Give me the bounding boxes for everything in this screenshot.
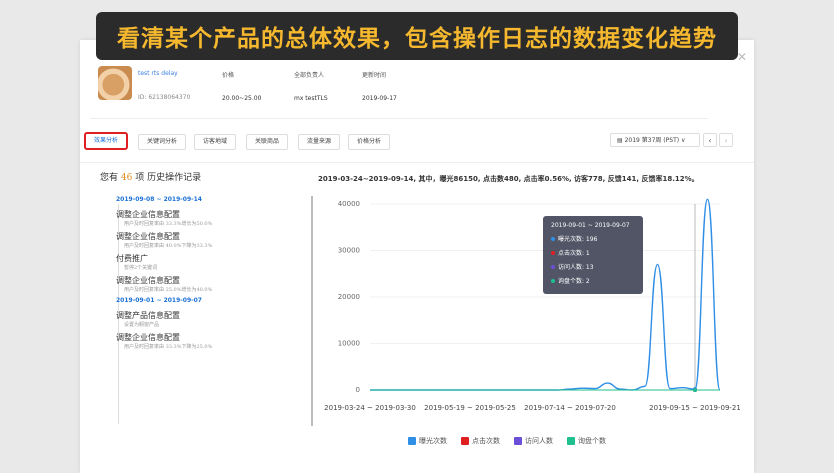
next-week-button[interactable]: › — [719, 133, 733, 147]
visitors-dot-icon — [551, 264, 555, 269]
x-tick-label: 2019-05-19 ~ 2019-05-25 — [424, 404, 516, 412]
log-entry: 调整产品信息配置设置为橱窗产品 — [102, 310, 302, 328]
log-date-range[interactable]: 2019-09-08 ~ 2019-09-14 — [116, 196, 302, 203]
tooltip-row: 访问人数: 13 — [551, 262, 635, 271]
y-tick-label: 0 — [356, 386, 360, 394]
x-tick-label: 2019-09-15 ~ 2019-09-21 — [649, 404, 740, 412]
week-value: 2019 第37周 (PST) — [624, 137, 680, 144]
caption-banner: 看清某个产品的总体效果，包含操作日志的数据变化趋势 — [96, 12, 738, 60]
log-title-suffix: 项 历史操作记录 — [135, 173, 202, 183]
log-entry-detail: 暂停2个关键词 — [124, 265, 158, 271]
log-entry-detail: 用户及时回复率由 33.3%下降为25.0% — [124, 344, 213, 350]
y-tick-label: 30000 — [338, 247, 360, 255]
log-entry: 付费推广暂停2个关键词 — [102, 253, 302, 271]
chart-legend: 曝光次数 点击次数 访问人数 询盘个数 — [408, 436, 606, 446]
updated-value: 2019-09-17 — [362, 95, 397, 102]
price-value: 20.00~25.00 — [222, 95, 262, 102]
tab-visitor-region[interactable]: 访客地域 — [194, 134, 237, 150]
chevron-right-icon: › — [724, 136, 728, 145]
updated-column: 更新时间 2019-09-17 — [362, 70, 397, 102]
log-title-prefix: 您有 — [100, 173, 119, 183]
tooltip-exposure: 曝光次数: 196 — [558, 236, 598, 243]
checkbox-icon — [461, 437, 469, 445]
prev-week-button[interactable]: ‹ — [703, 133, 717, 147]
log-entry-detail: 设置为橱窗产品 — [124, 322, 160, 328]
log-entry-title: 调整产品信息配置 — [116, 311, 180, 320]
tab-keyword-analysis[interactable]: 关键词分析 — [138, 134, 187, 150]
log-title: 您有 46 项 历史操作记录 — [100, 170, 310, 183]
log-entry-title: 调整企业信息配置 — [116, 276, 180, 285]
operation-log-header: 您有 46 项 历史操作记录 — [100, 170, 310, 183]
log-date-range[interactable]: 2019-09-01 ~ 2019-09-07 — [116, 297, 302, 304]
log-entry: 调整企业信息配置用户及时回复率由 40.0%下降为33.3% — [102, 231, 302, 249]
summary-text: 2019-03-24~2019-09-14, 其中，曝光86150, 点击数48… — [318, 175, 699, 183]
price-label: 价格 — [222, 72, 235, 79]
week-selector[interactable]: ▤ 2019 第37周 (PST) ∨ — [610, 133, 700, 147]
tab-price-analysis[interactable]: 价格分析 — [348, 134, 391, 150]
log-entry-title: 付费推广 — [116, 254, 148, 263]
log-entry-detail: 用户及时回复率由 33.3%增长为50.0% — [124, 221, 213, 227]
legend-clicks[interactable]: 点击次数 — [461, 436, 500, 446]
chevron-down-icon: ∨ — [679, 137, 686, 144]
price-column: 价格 20.00~25.00 — [222, 70, 261, 102]
legend-inquiries[interactable]: 询盘个数 — [567, 436, 606, 446]
log-entry: 调整企业信息配置用户及时回复率由 25.0%增长为40.0% — [102, 275, 302, 293]
product-thumbnail — [98, 66, 132, 100]
log-entry: 调整企业信息配置用户及时回复率由 33.3%下降为25.0% — [102, 332, 302, 350]
close-icon[interactable]: ✕ — [737, 50, 747, 64]
legend-visitors-label: 访问人数 — [525, 437, 553, 445]
calendar-icon: ▤ — [617, 137, 625, 144]
tooltip-visitors: 访问人数: 13 — [558, 264, 594, 271]
product-id: ID: 62138064370 — [138, 94, 191, 101]
tooltip-row: 询盘个数: 2 — [551, 276, 635, 285]
checkbox-icon — [408, 437, 416, 445]
y-tick-label: 10000 — [338, 340, 360, 348]
log-entry-detail: 用户及时回复率由 25.0%增长为40.0% — [124, 287, 213, 293]
checkbox-icon — [514, 437, 522, 445]
checkbox-icon — [567, 437, 575, 445]
tab-effect-analysis[interactable]: 效果分析 — [84, 132, 129, 150]
product-info: test rts delay ID: 62138064370 价格 20.00~… — [90, 58, 708, 119]
owner-column: 全部负责人 mx testTLS — [294, 70, 328, 102]
chevron-left-icon: ‹ — [708, 136, 712, 145]
operation-log-list: 2019-09-08 ~ 2019-09-14 调整企业信息配置 用户及时回复率由 … — [102, 196, 302, 354]
legend-clicks-label: 点击次数 — [472, 437, 500, 445]
inquiries-dot-icon — [551, 278, 555, 283]
y-tick-label: 20000 — [338, 293, 360, 301]
log-date-group: 2019-09-01 ~ 2019-09-07 — [102, 297, 302, 304]
owner-label: 全部负责人 — [294, 72, 325, 79]
x-tick-label: 2019-03-24 ~ 2019-03-30 — [324, 404, 416, 412]
owner-value: mx testTLS — [294, 95, 328, 102]
x-tick-label: 2019-07-14 ~ 2019-07-20 — [524, 404, 616, 412]
trend-chart[interactable]: 0 10000 20000 30000 40000 2019-03-24 ~ 2019-0… — [320, 192, 740, 422]
tooltip-row: 点击次数: 1 — [551, 248, 635, 257]
series-point[interactable] — [693, 387, 697, 392]
tab-related-products[interactable]: 关联商品 — [246, 134, 289, 150]
chart-tooltip: 2019-09-01 ~ 2019-09-07 曝光次数: 196 点击次数: … — [543, 216, 643, 294]
tooltip-inquiries: 询盘个数: 2 — [558, 278, 590, 285]
log-scrollbar[interactable] — [311, 196, 313, 426]
clicks-dot-icon — [551, 250, 555, 255]
legend-exposure[interactable]: 曝光次数 — [408, 436, 447, 446]
updated-label: 更新时间 — [362, 72, 387, 79]
legend-inquiries-label: 询盘个数 — [578, 437, 606, 445]
legend-exposure-label: 曝光次数 — [419, 437, 447, 445]
tooltip-clicks: 点击次数: 1 — [558, 250, 590, 257]
log-count: 46 — [120, 173, 133, 183]
log-entry-title: 调整企业信息配置 — [116, 210, 180, 219]
tab-traffic-source[interactable]: 流量来源 — [298, 134, 341, 150]
tooltip-row: 曝光次数: 196 — [551, 234, 635, 243]
legend-visitors[interactable]: 访问人数 — [514, 436, 553, 446]
tooltip-title: 2019-09-01 ~ 2019-09-07 — [551, 222, 630, 229]
log-entry-detail: 用户及时回复率由 40.0%下降为33.3% — [124, 243, 213, 249]
log-entry-title: 调整企业信息配置 — [116, 333, 180, 342]
log-entry: 调整企业信息配置用户及时回复率由 33.3%增长为50.0% — [102, 209, 302, 227]
divider — [80, 162, 754, 163]
log-entry-title: 调整企业信息配置 — [116, 232, 180, 241]
exposure-dot-icon — [551, 236, 555, 241]
log-date-group: 2019-09-08 ~ 2019-09-14 — [102, 196, 302, 203]
product-name[interactable]: test rts delay — [138, 70, 178, 77]
y-tick-label: 40000 — [338, 200, 360, 208]
